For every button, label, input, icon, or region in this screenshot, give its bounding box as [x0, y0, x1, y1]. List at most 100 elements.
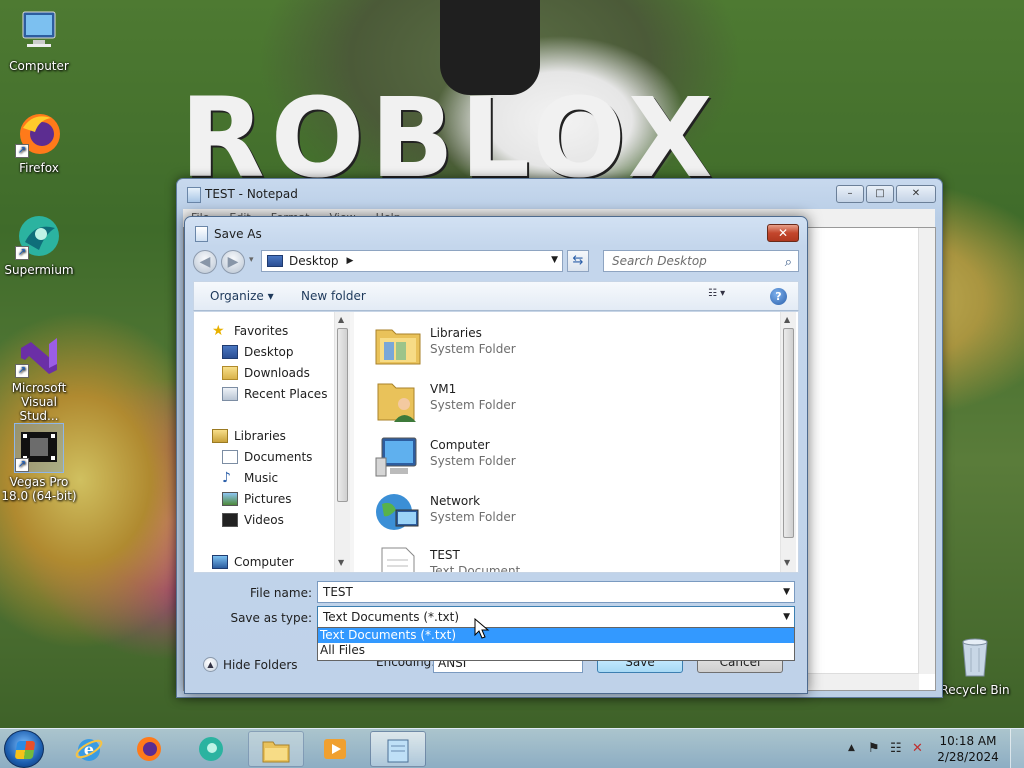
search-icon[interactable]: ⌕ — [785, 253, 792, 273]
media-player-icon — [324, 739, 346, 759]
nav-libraries[interactable]: Libraries — [212, 429, 286, 443]
show-hidden-icons-icon[interactable]: ▲ — [848, 743, 855, 753]
internet-explorer-icon: e — [75, 739, 103, 761]
file-name: Network — [430, 494, 481, 508]
search-input[interactable]: Search Desktop ⌕ — [603, 250, 799, 272]
save-as-type-dropdown-icon[interactable]: ▼ — [783, 607, 790, 627]
nav-favorites[interactable]: ★ Favorites — [212, 324, 288, 338]
dialog-close-button[interactable]: ✕ — [767, 224, 799, 242]
action-center-flag-icon[interactable]: ⚑ — [868, 741, 880, 756]
scroll-thumb[interactable] — [783, 328, 794, 538]
breadcrumb-desktop[interactable]: Desktop — [289, 254, 339, 268]
save-as-dialog[interactable]: Save As ✕ ◀ ▶ ▾ Desktop ▶ ▼ ⇆ Search Des… — [184, 216, 808, 694]
address-bar[interactable]: Desktop ▶ ▼ — [261, 250, 563, 272]
nav-label: Videos — [244, 513, 284, 527]
dialog-notepad-icon — [195, 226, 208, 242]
nav-desktop[interactable]: Desktop — [222, 345, 294, 359]
nav-label: Pictures — [244, 492, 292, 506]
address-dropdown-icon[interactable]: ▼ — [551, 255, 558, 265]
file-item-network[interactable]: Network System Folder — [370, 486, 670, 538]
show-desktop-button[interactable] — [1010, 729, 1024, 768]
pane-splitter[interactable] — [350, 312, 354, 572]
clock[interactable]: 10:18 AM 2/28/2024 — [936, 733, 1000, 765]
back-button[interactable]: ◀ — [193, 250, 217, 274]
start-button[interactable] — [4, 730, 44, 768]
desktop-icon-firefox[interactable]: ↗ Firefox — [0, 110, 78, 175]
libraries-icon — [212, 429, 228, 443]
nav-videos[interactable]: Videos — [222, 513, 284, 527]
nav-pictures[interactable]: Pictures — [222, 492, 292, 506]
save-as-type-select[interactable]: Text Documents (*.txt) ▼ — [317, 606, 795, 628]
taskbar-media-player[interactable] — [308, 731, 364, 767]
file-name-dropdown-icon[interactable]: ▼ — [783, 582, 790, 602]
music-icon: ♪ — [222, 470, 231, 486]
file-item-test[interactable]: TEST Text Document — [370, 540, 670, 572]
supermium-icon — [199, 737, 223, 761]
file-item-libraries[interactable]: Libraries System Folder — [370, 318, 670, 370]
close-button[interactable]: ✕ — [896, 185, 936, 203]
taskbar-internet-explorer[interactable]: e — [62, 731, 118, 767]
breadcrumb-chevron-icon[interactable]: ▶ — [347, 256, 354, 266]
computer-icon — [15, 8, 63, 56]
save-as-type-label: Save as type: — [230, 611, 312, 625]
shortcut-arrow-icon: ↗ — [15, 458, 29, 472]
views-button[interactable]: ☷ ▾ — [708, 288, 746, 304]
nav-label: Music — [244, 471, 279, 485]
hide-folders-button[interactable]: ▲ Hide Folders — [203, 657, 298, 672]
volume-muted-icon[interactable]: ✕ — [912, 741, 923, 756]
refresh-button[interactable]: ⇆ — [567, 250, 589, 272]
type-option-text-documents[interactable]: Text Documents (*.txt) — [318, 628, 794, 643]
desktop-icon-vegas-pro[interactable]: ↗ Vegas Pro 18.0 (64-bit) — [0, 423, 78, 503]
nav-documents[interactable]: Documents — [222, 450, 312, 464]
desktop-icon-computer[interactable]: Computer — [0, 8, 78, 73]
clock-time: 10:18 AM — [939, 734, 997, 748]
mouse-cursor-icon — [474, 618, 490, 639]
desktop-icon-label: Computer — [9, 59, 69, 73]
desktop-icon-label: Supermium — [4, 263, 74, 277]
new-folder-button[interactable]: New folder — [301, 289, 366, 303]
scroll-up-icon[interactable]: ▲ — [338, 315, 344, 324]
shortcut-arrow-icon: ↗ — [15, 246, 29, 260]
scroll-down-icon[interactable]: ▼ — [338, 558, 344, 567]
file-item-vm1[interactable]: VM1 System Folder — [370, 374, 670, 426]
scroll-down-icon[interactable]: ▼ — [784, 558, 790, 567]
firefox-icon: ↗ — [15, 110, 63, 158]
nav-computer[interactable]: Computer — [212, 555, 294, 569]
minimize-button[interactable]: – — [836, 185, 864, 203]
desktop-icon-visual-studio[interactable]: ↗ Microsoft Visual Stud... — [0, 330, 78, 423]
type-option-all-files[interactable]: All Files — [318, 643, 794, 658]
file-explorer-icon — [262, 741, 290, 763]
vertical-scrollbar[interactable] — [918, 228, 935, 674]
recent-locations-chevron-icon[interactable]: ▾ — [249, 255, 254, 265]
user-folder-icon — [377, 383, 416, 422]
desktop-icon-label: Microsoft Visual Stud... — [11, 381, 67, 423]
forward-button[interactable]: ▶ — [221, 250, 245, 274]
desktop-icon-supermium[interactable]: ↗ Supermium — [0, 212, 78, 277]
search-placeholder: Search Desktop — [612, 254, 707, 268]
nav-label: Documents — [244, 450, 313, 464]
nav-recent-places[interactable]: Recent Places — [222, 387, 327, 401]
nav-music[interactable]: ♪ Music — [222, 471, 278, 485]
pictures-icon — [222, 492, 238, 506]
maximize-button[interactable]: □ — [866, 185, 894, 203]
taskbar-firefox[interactable] — [122, 731, 178, 767]
file-type: System Folder — [430, 510, 516, 524]
taskbar-notepad[interactable] — [370, 731, 426, 767]
network-globe-icon — [376, 494, 419, 530]
network-icon[interactable]: ☷ — [890, 741, 902, 756]
scroll-up-icon[interactable]: ▲ — [784, 315, 790, 324]
desktop-icon — [222, 345, 238, 359]
nav-downloads[interactable]: Downloads — [222, 366, 310, 380]
nav-pane-scrollbar[interactable]: ▲ ▼ — [334, 312, 350, 572]
file-item-computer[interactable]: Computer System Folder — [370, 430, 670, 482]
desktop-icon-label: Firefox — [19, 161, 59, 175]
file-name: TEST — [430, 548, 460, 562]
scroll-thumb[interactable] — [337, 328, 348, 502]
organize-button[interactable]: Organize ▾ — [210, 289, 274, 303]
file-list-scrollbar[interactable]: ▲ ▼ — [780, 312, 796, 572]
help-icon[interactable]: ? — [770, 288, 787, 305]
taskbar-file-explorer[interactable] — [248, 731, 304, 767]
desktop-icon-recycle-bin[interactable]: Recycle Bin — [936, 632, 1014, 697]
taskbar-supermium[interactable] — [184, 731, 240, 767]
file-name-input[interactable]: TEST ▼ — [317, 581, 795, 603]
